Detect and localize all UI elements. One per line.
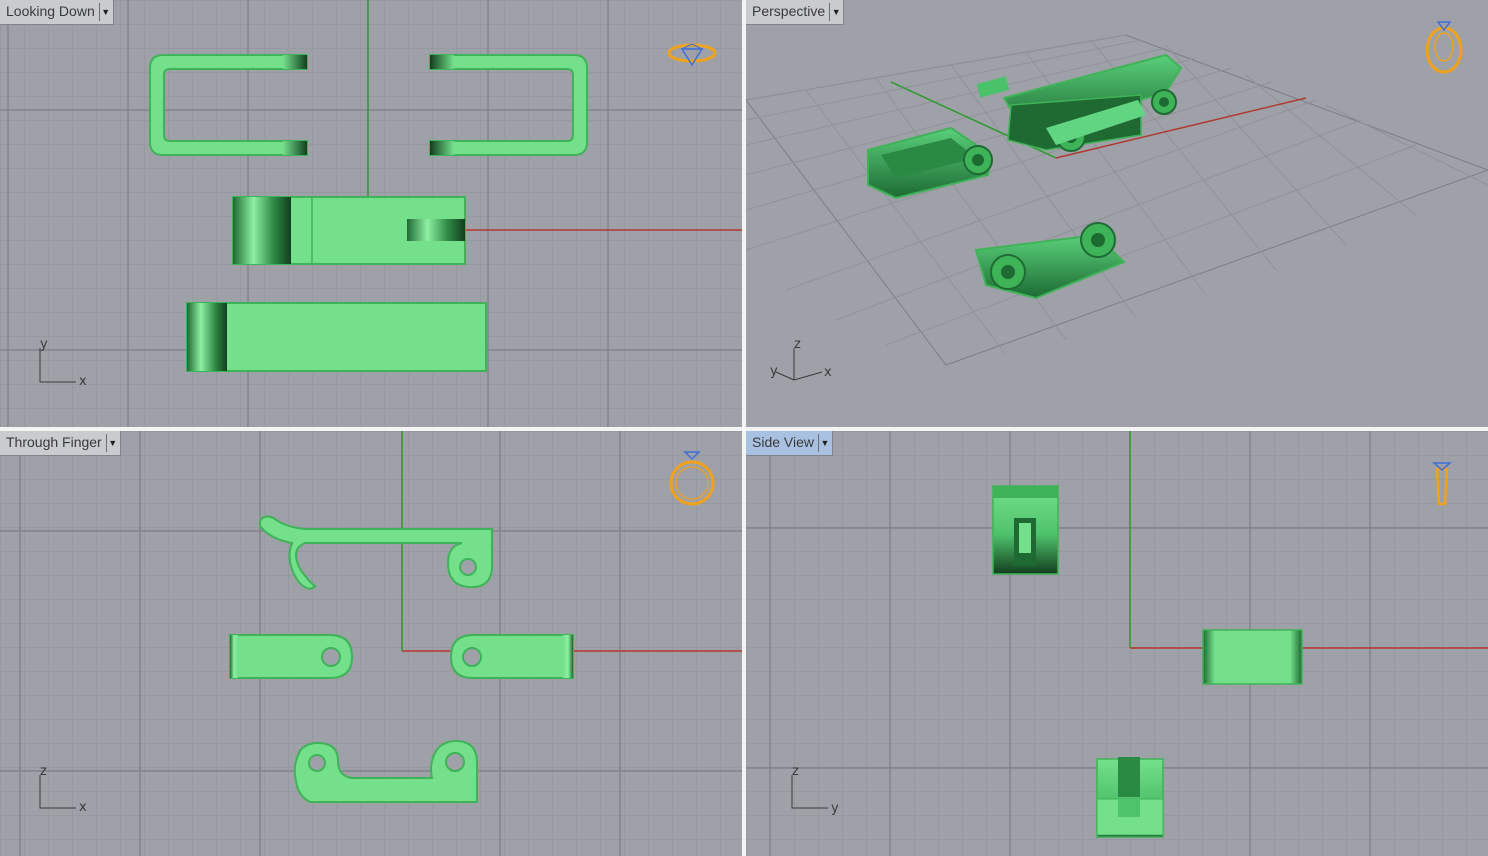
svg-text:z: z <box>794 337 801 352</box>
viewport-tab-looking-down[interactable]: Looking Down ▼ <box>0 0 114 25</box>
ring-perspective-icon[interactable] <box>1425 21 1463 74</box>
hook-3d-part[interactable] <box>974 222 1126 300</box>
viewport-perspective[interactable]: z y x Perspective ▼ <box>746 0 1488 427</box>
viewport-title: Side View <box>752 434 815 450</box>
viewport-menu-dropdown-icon[interactable]: ▼ <box>818 434 831 452</box>
viewport-tab-through-finger[interactable]: Through Finger ▼ <box>0 431 121 456</box>
viewport-title: Looking Down <box>6 3 95 19</box>
link-left-part[interactable] <box>229 634 354 679</box>
svg-text:y: y <box>40 337 48 352</box>
viewport-side-view[interactable]: z y Side View ▼ <box>746 431 1488 856</box>
svg-text:x: x <box>824 365 832 380</box>
viewport-through-finger[interactable]: z x Through Finger ▼ <box>0 431 742 856</box>
profile-middle-part[interactable] <box>1202 629 1303 685</box>
viewport-menu-dropdown-icon[interactable]: ▼ <box>98 3 112 21</box>
long-bar-part[interactable] <box>186 302 487 372</box>
perspective-view-canvas[interactable]: z y x <box>746 0 1488 427</box>
svg-text:y: y <box>770 364 778 379</box>
viewport-tab-side-view[interactable]: Side View ▼ <box>746 431 834 456</box>
svg-text:y: y <box>831 801 839 816</box>
link-right-part[interactable] <box>449 634 574 679</box>
viewport-menu-dropdown-icon[interactable]: ▼ <box>105 434 119 452</box>
viewport-divider-horizontal[interactable] <box>0 427 1488 431</box>
svg-text:x: x <box>79 374 87 389</box>
hinge-assembly-3d-part[interactable] <box>976 53 1183 152</box>
svg-text:z: z <box>792 764 799 779</box>
svg-text:z: z <box>40 764 47 779</box>
front-view-canvas[interactable]: z x <box>0 431 742 856</box>
viewport-title: Perspective <box>752 3 826 19</box>
top-view-canvas[interactable]: y x <box>0 0 742 427</box>
viewport-title: Through Finger <box>6 434 102 450</box>
side-view-canvas[interactable]: z y <box>746 431 1488 856</box>
axis-gizmo-perspective: z y x <box>770 337 832 381</box>
profile-upper-part[interactable] <box>992 485 1059 575</box>
svg-text:x: x <box>79 800 87 815</box>
hinge-bar-part[interactable] <box>232 196 466 265</box>
viewport-tab-perspective[interactable]: Perspective ▼ <box>746 0 845 25</box>
profile-lower-part[interactable] <box>1096 757 1164 838</box>
viewport-menu-dropdown-icon[interactable]: ▼ <box>829 3 842 21</box>
viewport-looking-down[interactable]: y x Looking Down ▼ <box>0 0 742 427</box>
